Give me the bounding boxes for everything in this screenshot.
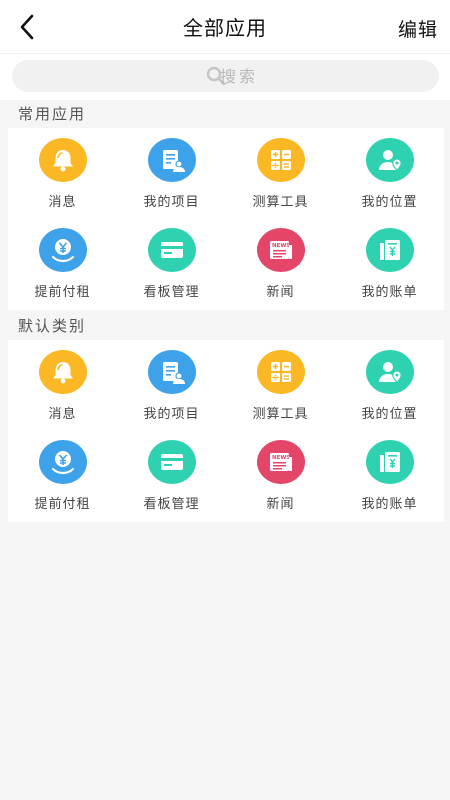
news-icon: NEWS xyxy=(256,440,305,484)
search-input[interactable] xyxy=(12,60,439,92)
app-label: 我的项目 xyxy=(143,195,200,210)
app-item-project[interactable]: 我的项目 xyxy=(117,340,226,430)
app-item-calculator[interactable]: 测算工具 xyxy=(226,128,335,218)
app-item-prepay-rent[interactable]: 提前付租 xyxy=(8,430,117,520)
app-label: 测算工具 xyxy=(252,407,309,422)
project-icon xyxy=(147,138,196,182)
app-grid-common: 消息 我的项目 测算工具 我的位置提前付租 看板管理 NEWS 新闻 我的账单 xyxy=(8,128,444,310)
app-label: 看板管理 xyxy=(143,285,200,300)
svg-text:NEWS: NEWS xyxy=(272,243,290,249)
search-area xyxy=(0,54,450,100)
app-item-news[interactable]: NEWS 新闻 xyxy=(226,430,335,520)
app-item-location[interactable]: 我的位置 xyxy=(335,340,444,430)
app-label: 消息 xyxy=(48,407,77,422)
calculator-icon xyxy=(256,350,305,394)
app-item-bell[interactable]: 消息 xyxy=(8,128,117,218)
app-label: 提前付租 xyxy=(34,497,91,512)
news-icon: NEWS xyxy=(256,228,305,272)
app-item-project[interactable]: 我的项目 xyxy=(117,128,226,218)
app-label: 测算工具 xyxy=(252,195,309,210)
svg-text:NEWS: NEWS xyxy=(272,455,290,461)
chevron-left-icon xyxy=(20,14,34,40)
app-label: 我的账单 xyxy=(361,497,418,512)
bill-icon xyxy=(365,440,414,484)
back-button[interactable] xyxy=(14,13,40,41)
app-label: 我的账单 xyxy=(361,285,418,300)
app-label: 新闻 xyxy=(266,285,295,300)
edit-button[interactable]: 编辑 xyxy=(398,15,438,42)
app-label: 提前付租 xyxy=(34,285,91,300)
board-icon xyxy=(147,440,196,484)
app-item-news[interactable]: NEWS 新闻 xyxy=(226,218,335,308)
bell-icon xyxy=(38,350,87,394)
app-item-calculator[interactable]: 测算工具 xyxy=(226,340,335,430)
app-label: 我的项目 xyxy=(143,407,200,422)
board-icon xyxy=(147,228,196,272)
calculator-icon xyxy=(256,138,305,182)
location-icon xyxy=(365,350,414,394)
location-icon xyxy=(365,138,414,182)
app-item-bell[interactable]: 消息 xyxy=(8,340,117,430)
search-bar[interactable] xyxy=(12,60,439,92)
app-item-bill[interactable]: 我的账单 xyxy=(335,218,444,308)
app-item-location[interactable]: 我的位置 xyxy=(335,128,444,218)
prepay-rent-icon xyxy=(38,228,87,272)
app-label: 看板管理 xyxy=(143,497,200,512)
section-title-default: 默认类别 xyxy=(18,317,87,335)
section-title-common: 常用应用 xyxy=(18,105,87,123)
app-label: 新闻 xyxy=(266,497,295,512)
app-label: 我的位置 xyxy=(361,195,418,210)
page-title: 全部应用 xyxy=(183,16,267,40)
app-item-board[interactable]: 看板管理 xyxy=(117,218,226,308)
prepay-rent-icon xyxy=(38,440,87,484)
app-label: 消息 xyxy=(48,195,77,210)
project-icon xyxy=(147,350,196,394)
bill-icon xyxy=(365,228,414,272)
app-label: 我的位置 xyxy=(361,407,418,422)
bell-icon xyxy=(38,138,87,182)
app-header: 全部应用 编辑 xyxy=(0,0,450,54)
app-item-bill[interactable]: 我的账单 xyxy=(335,430,444,520)
app-grid-default: 消息 我的项目 测算工具 我的位置提前付租 看板管理 NEWS 新闻 我的账单 xyxy=(8,340,444,522)
app-item-board[interactable]: 看板管理 xyxy=(117,430,226,520)
app-item-prepay-rent[interactable]: 提前付租 xyxy=(8,218,117,308)
